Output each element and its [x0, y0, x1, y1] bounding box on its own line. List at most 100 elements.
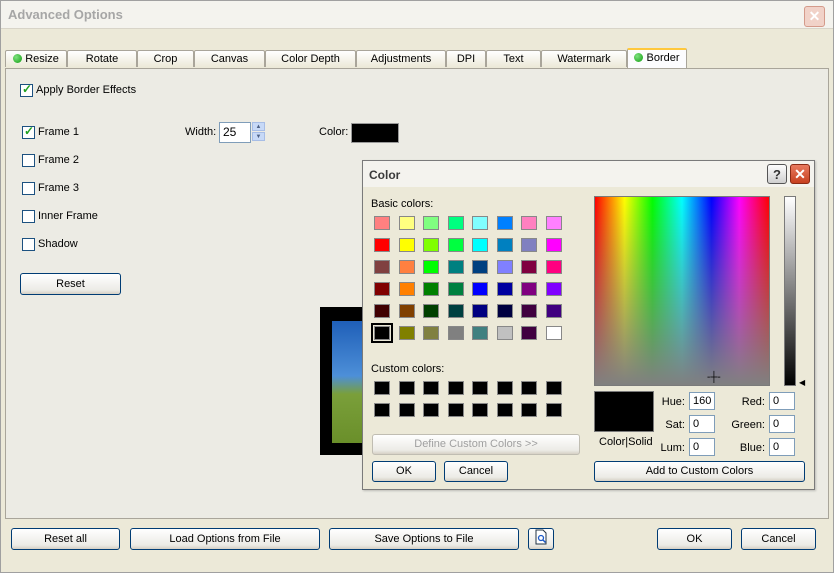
tab-border[interactable]: Border [627, 48, 687, 68]
basic-color-swatch[interactable] [521, 326, 537, 340]
ok-button[interactable]: OK [657, 528, 732, 550]
custom-color-swatch[interactable] [423, 403, 439, 417]
basic-color-swatch[interactable] [496, 260, 513, 274]
save-options-button[interactable]: Save Options to File [329, 528, 519, 550]
custom-color-swatch[interactable] [447, 381, 464, 395]
close-icon[interactable]: ✕ [790, 164, 810, 184]
dialog-ok-button[interactable]: OK [372, 461, 436, 482]
basic-color-swatch[interactable] [545, 216, 562, 230]
basic-color-swatch[interactable] [545, 282, 562, 296]
basic-color-swatch[interactable] [398, 282, 415, 296]
basic-color-swatch[interactable] [472, 326, 488, 340]
tab-crop[interactable]: Crop [137, 50, 194, 67]
basic-color-swatch[interactable] [447, 238, 464, 252]
basic-color-swatch[interactable] [398, 304, 415, 318]
define-custom-colors-button[interactable]: Define Custom Colors >> [372, 434, 580, 455]
basic-color-swatch[interactable] [423, 260, 439, 274]
basic-color-swatch[interactable] [447, 282, 464, 296]
width-up-arrow-icon[interactable]: ▲ [252, 122, 265, 131]
basic-color-swatch[interactable] [423, 238, 439, 252]
basic-color-swatch[interactable] [545, 260, 562, 274]
custom-color-swatch[interactable] [521, 403, 537, 417]
green-input[interactable]: 0 [769, 415, 795, 433]
basic-color-swatch[interactable] [374, 304, 390, 318]
basic-color-swatch[interactable] [374, 238, 390, 252]
basic-color-swatch[interactable] [496, 304, 513, 318]
custom-color-swatch[interactable] [447, 403, 464, 417]
basic-color-swatch[interactable] [472, 304, 488, 318]
basic-color-swatch[interactable] [472, 216, 488, 230]
add-to-custom-colors-button[interactable]: Add to Custom Colors [594, 461, 805, 482]
custom-color-swatch[interactable] [472, 403, 488, 417]
color-spectrum-picker[interactable]: -┼- [594, 196, 770, 386]
inner-frame-checkbox[interactable] [22, 210, 35, 223]
basic-color-swatch[interactable] [447, 326, 464, 340]
frame2-checkbox[interactable] [22, 154, 35, 167]
basic-color-swatch[interactable] [423, 216, 439, 230]
basic-color-swatch[interactable] [545, 326, 562, 340]
width-down-arrow-icon[interactable]: ▼ [252, 132, 265, 141]
basic-color-swatch[interactable] [521, 216, 537, 230]
apply-border-checkbox[interactable] [20, 82, 33, 97]
red-input[interactable]: 0 [769, 392, 795, 410]
basic-color-swatch[interactable] [521, 304, 537, 318]
basic-color-swatch[interactable] [521, 282, 537, 296]
basic-color-swatch[interactable] [472, 238, 488, 252]
basic-color-swatch[interactable] [472, 260, 488, 274]
basic-color-swatch[interactable] [447, 260, 464, 274]
dialog-cancel-button[interactable]: Cancel [444, 461, 508, 482]
basic-color-swatch[interactable] [398, 260, 415, 274]
custom-color-swatch[interactable] [545, 403, 562, 417]
luminance-arrow-icon[interactable]: ◀ [799, 378, 805, 387]
tab-watermark[interactable]: Watermark [541, 50, 627, 67]
basic-color-swatch[interactable] [398, 326, 415, 340]
basic-color-swatch[interactable] [374, 260, 390, 274]
basic-color-swatch[interactable] [423, 326, 439, 340]
basic-color-swatch[interactable] [472, 282, 488, 296]
hue-input[interactable]: 160 [689, 392, 715, 410]
frame1-checkbox[interactable] [22, 124, 35, 139]
help-icon[interactable]: ? [767, 164, 787, 184]
custom-color-swatch[interactable] [545, 381, 562, 395]
basic-color-swatch[interactable] [545, 304, 562, 318]
luminance-slider[interactable] [784, 196, 796, 386]
tab-dpi[interactable]: DPI [446, 50, 486, 67]
close-icon[interactable]: ✕ [804, 6, 825, 27]
width-input[interactable]: 25 [219, 122, 251, 143]
cancel-button[interactable]: Cancel [741, 528, 816, 550]
preview-file-icon[interactable] [528, 528, 554, 550]
basic-color-swatch[interactable] [447, 304, 464, 318]
tab-color-depth[interactable]: Color Depth [265, 50, 356, 67]
basic-color-swatch[interactable] [521, 260, 537, 274]
custom-color-swatch[interactable] [472, 381, 488, 395]
custom-color-swatch[interactable] [398, 403, 415, 417]
custom-color-swatch[interactable] [521, 381, 537, 395]
basic-color-swatch[interactable] [545, 238, 562, 252]
tab-adjustments[interactable]: Adjustments [356, 50, 446, 67]
load-options-button[interactable]: Load Options from File [130, 528, 320, 550]
reset-all-button[interactable]: Reset all [11, 528, 120, 550]
basic-color-swatch[interactable] [447, 216, 464, 230]
basic-color-swatch[interactable] [398, 216, 415, 230]
custom-color-swatch[interactable] [374, 381, 390, 395]
reset-button[interactable]: Reset [20, 273, 121, 295]
custom-color-swatch[interactable] [374, 403, 390, 417]
shadow-checkbox[interactable] [22, 238, 35, 251]
basic-color-swatch[interactable] [496, 326, 513, 340]
tab-canvas[interactable]: Canvas [194, 50, 265, 67]
tab-text[interactable]: Text [486, 50, 541, 67]
sat-input[interactable]: 0 [689, 415, 715, 433]
tab-resize[interactable]: Resize [5, 50, 67, 67]
border-color-swatch[interactable] [351, 123, 399, 143]
basic-color-swatch[interactable] [521, 238, 537, 252]
tab-rotate[interactable]: Rotate [67, 50, 137, 67]
basic-color-swatch[interactable] [371, 323, 393, 343]
custom-color-swatch[interactable] [398, 381, 415, 395]
basic-color-swatch[interactable] [496, 238, 513, 252]
basic-color-swatch[interactable] [423, 304, 439, 318]
custom-color-swatch[interactable] [423, 381, 439, 395]
blue-input[interactable]: 0 [769, 438, 795, 456]
basic-color-swatch[interactable] [374, 282, 390, 296]
basic-color-swatch[interactable] [374, 216, 390, 230]
basic-color-swatch[interactable] [398, 238, 415, 252]
